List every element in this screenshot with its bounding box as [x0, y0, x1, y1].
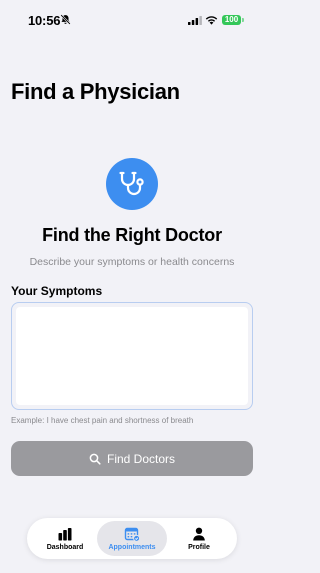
wifi-icon: [205, 16, 218, 25]
screen: 10:56 100 Find a Physician Find the Righ…: [0, 0, 264, 573]
calendar-icon: [124, 527, 140, 542]
battery-tip: [242, 18, 244, 22]
chart-bars-icon: [58, 528, 72, 541]
symptoms-label: Your Symptoms: [11, 284, 103, 298]
tab-dashboard[interactable]: Dashboard: [30, 521, 100, 556]
tab-appointments-label: Appointments: [108, 544, 156, 551]
battery-indicator: 100: [222, 15, 241, 25]
status-bar: 10:56 100: [0, 0, 264, 40]
tab-profile-label: Profile: [188, 544, 210, 551]
symptoms-field-frame: [11, 302, 253, 410]
symptoms-input[interactable]: [16, 307, 248, 405]
status-time: 10:56: [28, 13, 61, 28]
search-icon: [89, 453, 101, 465]
tab-appointments[interactable]: Appointments: [97, 521, 167, 556]
hero-title: Find the Right Doctor: [42, 225, 222, 245]
hero-subtitle: Describe your symptoms or health concern…: [29, 256, 235, 268]
symptoms-example-hint: Example: I have chest pain and shortness…: [11, 416, 194, 425]
tab-dashboard-label: Dashboard: [46, 544, 84, 551]
stethoscope-icon: [119, 171, 144, 196]
tab-bar: Dashboard Appointments Profile: [27, 518, 237, 559]
find-doctors-label: Find Doctors: [106, 451, 176, 466]
find-doctors-button[interactable]: Find Doctors: [11, 441, 253, 476]
hero-icon-circle: [106, 158, 158, 210]
person-icon: [193, 527, 205, 541]
bell-off-icon: [60, 14, 71, 25]
page-title: Find a Physician: [11, 79, 180, 104]
cellular-signal-icon: [188, 16, 202, 25]
tab-profile[interactable]: Profile: [164, 521, 234, 556]
